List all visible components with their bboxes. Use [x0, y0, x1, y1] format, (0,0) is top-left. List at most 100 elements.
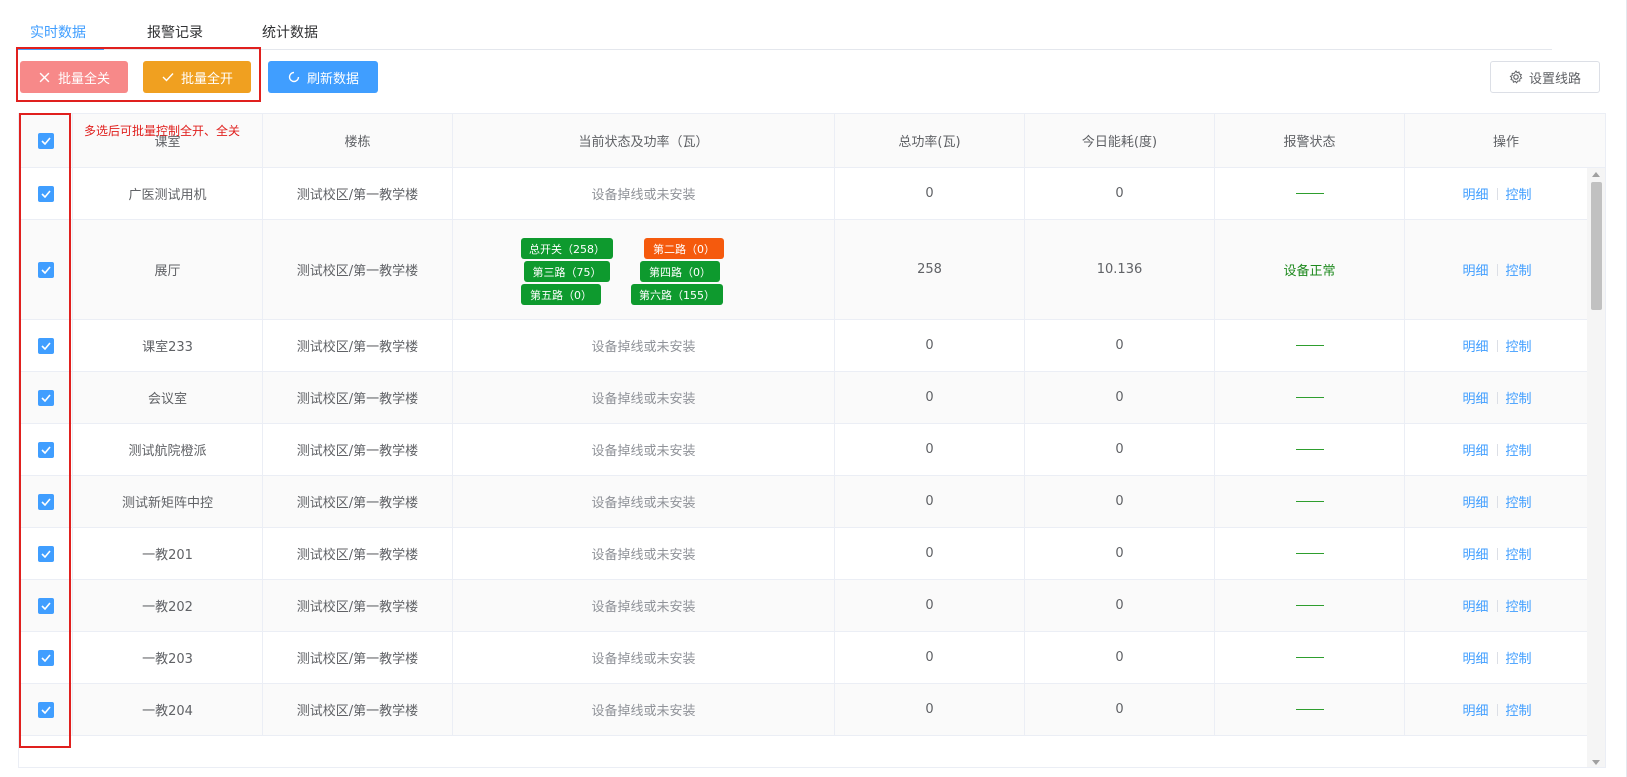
setting-lines-label: 设置线路	[1528, 71, 1581, 87]
row-checkbox[interactable]	[37, 389, 54, 406]
energy-today-value: 0	[1025, 372, 1215, 423]
total-power-value: 0	[835, 424, 1025, 475]
alarm-status-text: 设备正常	[1283, 264, 1336, 279]
action-cell: 明细 控制	[1405, 372, 1589, 423]
header-building: 楼栋	[263, 114, 453, 167]
batch-open-button[interactable]: 批量全开	[143, 61, 251, 93]
alarm-status-cell	[1215, 684, 1405, 735]
status-cell: 设备掉线或未安装	[453, 528, 835, 579]
table-row: 一教202 测试校区/第一教学楼 设备掉线或未安装 0 0 明细 控制	[19, 580, 1589, 632]
control-link[interactable]: 控制	[1506, 648, 1532, 667]
batch-open-label: 批量全开	[180, 71, 233, 87]
detail-link[interactable]: 明细	[1462, 492, 1488, 511]
channel-chip[interactable]: 第六路（155）	[631, 284, 723, 305]
detail-link[interactable]: 明细	[1462, 700, 1488, 719]
alarm-empty-dash	[1295, 449, 1324, 450]
status-text: 设备掉线或未安装	[591, 444, 696, 459]
status-text: 设备掉线或未安装	[591, 188, 696, 203]
channel-chip[interactable]: 第三路（75）	[524, 261, 610, 282]
setting-lines-button[interactable]: 设置线路	[1490, 61, 1600, 93]
channel-chip[interactable]: 第四路（0）	[640, 261, 720, 282]
energy-today-value: 0	[1025, 632, 1215, 683]
checkmark-icon	[40, 497, 51, 506]
header-alarm-status: 报警状态	[1215, 114, 1405, 167]
refresh-data-button[interactable]: 刷新数据	[268, 61, 378, 93]
row-checkbox[interactable]	[37, 261, 54, 278]
row-select-cell	[19, 220, 73, 319]
control-link[interactable]: 控制	[1506, 544, 1532, 563]
channel-chip[interactable]: 第五路（0）	[521, 284, 601, 305]
action-separator	[1496, 339, 1498, 352]
alarm-status-cell	[1215, 528, 1405, 579]
batch-close-button[interactable]: 批量全关	[20, 61, 128, 93]
control-link[interactable]: 控制	[1506, 336, 1532, 355]
control-link[interactable]: 控制	[1506, 184, 1532, 203]
tab-statistics[interactable]: 统计数据	[262, 22, 318, 42]
control-link[interactable]: 控制	[1506, 440, 1532, 459]
action-cell: 明细 控制	[1405, 632, 1589, 683]
scroll-down-arrow-icon[interactable]	[1592, 760, 1600, 765]
row-checkbox[interactable]	[37, 185, 54, 202]
alarm-empty-dash	[1295, 193, 1324, 194]
row-select-cell	[19, 528, 73, 579]
select-all-checkbox[interactable]	[37, 132, 54, 149]
control-link[interactable]: 控制	[1506, 388, 1532, 407]
status-cell: 设备掉线或未安装	[453, 424, 835, 475]
detail-link[interactable]: 明细	[1462, 596, 1488, 615]
action-cell: 明细 控制	[1405, 528, 1589, 579]
row-checkbox[interactable]	[37, 337, 54, 354]
control-link[interactable]: 控制	[1506, 492, 1532, 511]
action-cell: 明细 控制	[1405, 684, 1589, 735]
row-select-cell	[19, 476, 73, 527]
detail-link[interactable]: 明细	[1462, 648, 1488, 667]
building-name: 测试校区/第一教学楼	[263, 684, 453, 735]
status-cell: 设备掉线或未安装	[453, 168, 835, 219]
room-name: 一教201	[73, 528, 263, 579]
tab-realtime-data[interactable]: 实时数据	[30, 22, 86, 42]
batch-control-hint: 多选后可批量控制全开、全关	[84, 124, 241, 138]
alarm-empty-dash	[1295, 553, 1324, 554]
detail-link[interactable]: 明细	[1462, 184, 1488, 203]
table-row: 测试新矩阵中控 测试校区/第一教学楼 设备掉线或未安装 0 0 明细 控制	[19, 476, 1589, 528]
checkmark-icon	[40, 601, 51, 610]
channel-chip[interactable]: 总开关（258）	[521, 238, 613, 259]
detail-link[interactable]: 明细	[1462, 336, 1488, 355]
status-cell: 设备掉线或未安装	[453, 320, 835, 371]
control-link[interactable]: 控制	[1506, 260, 1532, 279]
status-text: 设备掉线或未安装	[591, 392, 696, 407]
table-header: 课室 楼栋 当前状态及功率（瓦） 总功率(瓦) 今日能耗(度) 报警状态 操作	[19, 114, 1605, 168]
row-select-cell	[19, 684, 73, 735]
total-power-value: 0	[835, 684, 1025, 735]
room-name: 一教204	[73, 684, 263, 735]
energy-today-value: 0	[1025, 528, 1215, 579]
action-separator	[1496, 703, 1498, 716]
table-scrollbar[interactable]	[1587, 168, 1605, 767]
row-checkbox[interactable]	[37, 701, 54, 718]
room-name: 广医测试用机	[73, 168, 263, 219]
scroll-up-arrow-icon[interactable]	[1592, 172, 1600, 177]
page: 实时数据 报警记录 统计数据 批量全关 批量全开 刷新数据 设置线路 课室 楼栋…	[0, 0, 1627, 777]
energy-today-value: 0	[1025, 424, 1215, 475]
alarm-status-cell	[1215, 372, 1405, 423]
room-name: 测试新矩阵中控	[73, 476, 263, 527]
row-checkbox[interactable]	[37, 493, 54, 510]
row-checkbox[interactable]	[37, 597, 54, 614]
detail-link[interactable]: 明细	[1462, 440, 1488, 459]
detail-link[interactable]: 明细	[1462, 544, 1488, 563]
row-checkbox[interactable]	[37, 441, 54, 458]
tab-alarm-records[interactable]: 报警记录	[147, 22, 203, 42]
control-link[interactable]: 控制	[1506, 596, 1532, 615]
detail-link[interactable]: 明细	[1462, 388, 1488, 407]
scroll-thumb[interactable]	[1591, 182, 1602, 310]
action-cell: 明细 控制	[1405, 424, 1589, 475]
building-name: 测试校区/第一教学楼	[263, 220, 453, 319]
channel-chip[interactable]: 第二路（0）	[644, 238, 724, 259]
header-status: 当前状态及功率（瓦）	[453, 114, 835, 167]
control-link[interactable]: 控制	[1506, 700, 1532, 719]
row-checkbox[interactable]	[37, 649, 54, 666]
energy-today-value: 0	[1025, 168, 1215, 219]
detail-link[interactable]: 明细	[1462, 260, 1488, 279]
row-checkbox[interactable]	[37, 545, 54, 562]
row-select-cell	[19, 632, 73, 683]
gear-icon	[1509, 70, 1523, 84]
